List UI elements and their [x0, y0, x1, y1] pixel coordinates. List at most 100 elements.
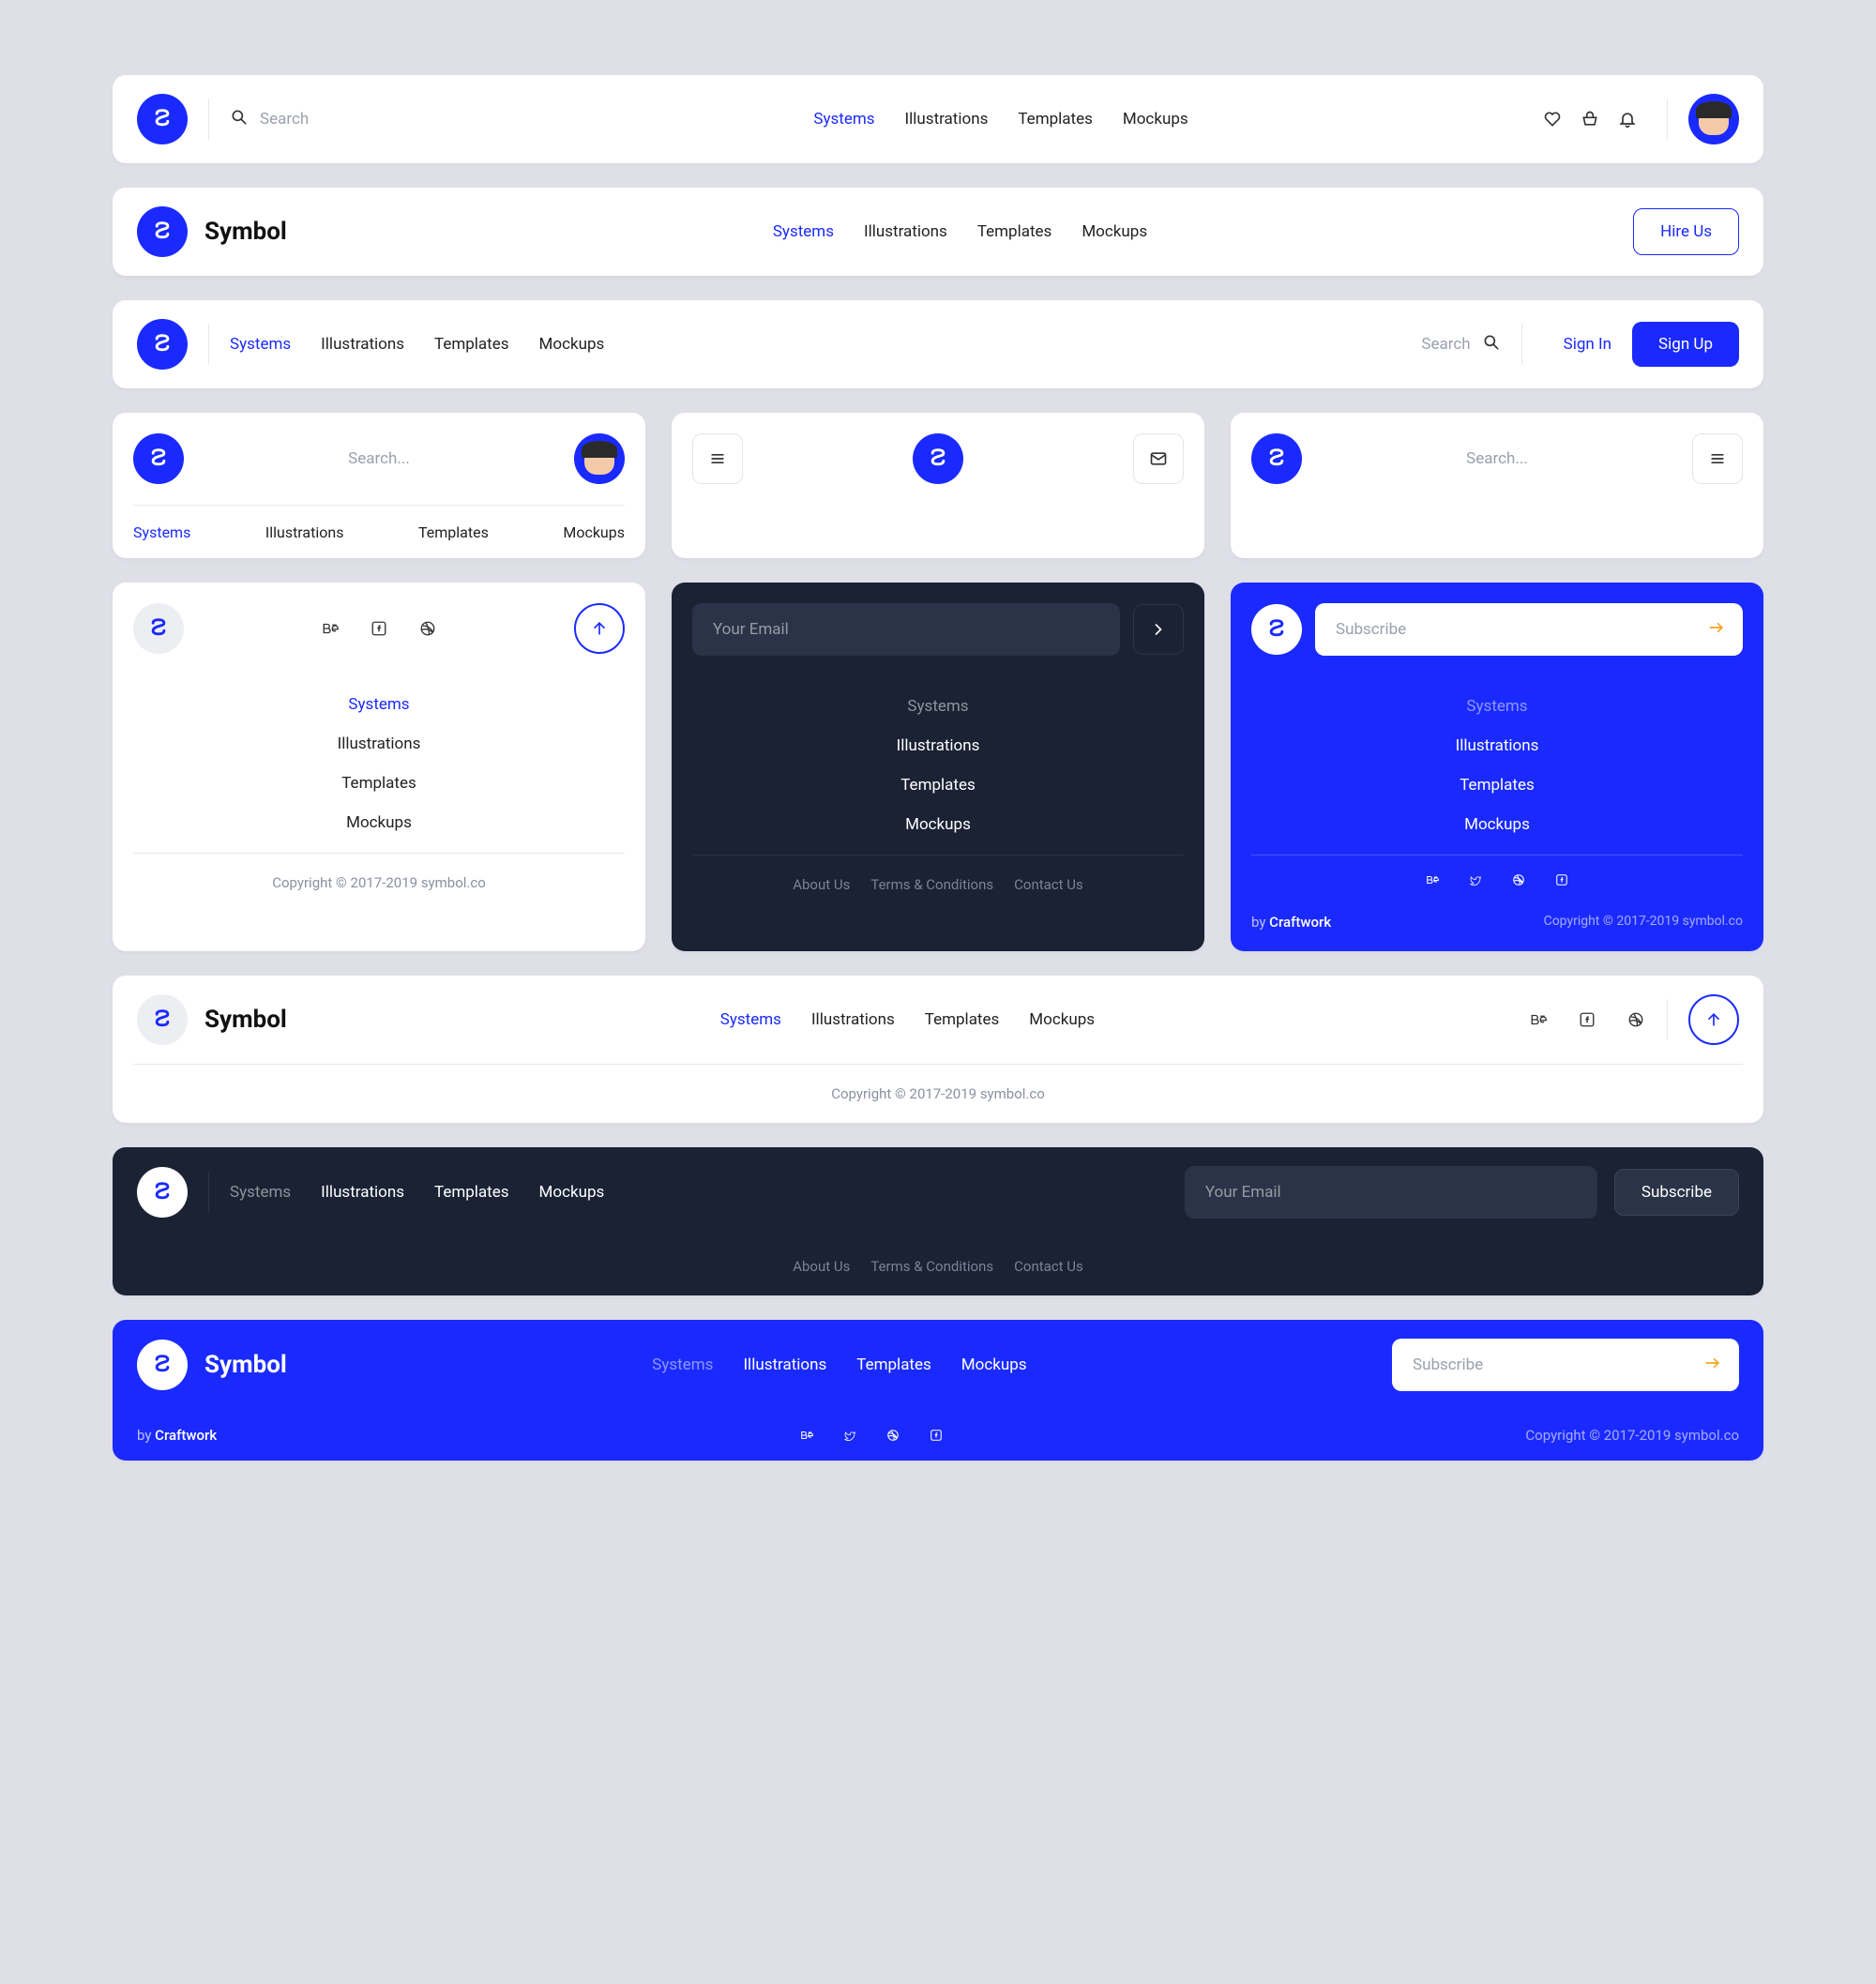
nav-templates[interactable]: Templates [341, 774, 416, 793]
facebook-icon[interactable] [1577, 1009, 1597, 1030]
submit-button[interactable] [1133, 604, 1184, 655]
nav-illustrations[interactable]: Illustrations [743, 1355, 826, 1374]
email-input[interactable] [692, 603, 1120, 656]
scroll-top-button[interactable] [574, 603, 625, 654]
hire-us-button[interactable]: Hire Us [1633, 208, 1739, 255]
nav-templates[interactable]: Templates [418, 523, 489, 541]
submit-icon[interactable] [1707, 618, 1726, 641]
nav-templates[interactable]: Templates [925, 1010, 1000, 1029]
nav-mockups[interactable]: Mockups [1123, 110, 1188, 129]
dribbble-icon[interactable] [417, 618, 438, 639]
nav-illustrations[interactable]: Illustrations [1456, 736, 1539, 755]
nav-systems[interactable]: Systems [133, 523, 190, 541]
search-input[interactable] [260, 110, 468, 129]
nav-illustrations[interactable]: Illustrations [897, 736, 980, 755]
craftwork-link[interactable]: Craftwork [1269, 914, 1331, 931]
subscribe-input[interactable] [1315, 603, 1743, 656]
logo[interactable] [137, 1167, 188, 1218]
cart-button[interactable] [1571, 100, 1609, 138]
nav-mockups[interactable]: Mockups [1464, 815, 1530, 834]
nav-systems[interactable]: Systems [907, 697, 968, 716]
menu-button[interactable] [1692, 433, 1743, 484]
nav-illustrations[interactable]: Illustrations [321, 1183, 404, 1202]
nav-mockups[interactable]: Mockups [346, 813, 412, 832]
menu-button[interactable] [692, 433, 743, 484]
twitter-icon[interactable] [1468, 872, 1483, 887]
avatar[interactable] [1688, 94, 1739, 144]
nav-illustrations[interactable]: Illustrations [338, 735, 421, 753]
facebook-icon[interactable] [929, 1428, 944, 1443]
avatar[interactable] [574, 433, 625, 484]
search-input[interactable] [1302, 449, 1692, 468]
submit-icon[interactable] [1703, 1354, 1722, 1376]
nav-mockups[interactable]: Mockups [961, 1355, 1027, 1374]
terms-link[interactable]: Terms & Conditions [870, 876, 993, 893]
search-icon[interactable] [1482, 333, 1501, 356]
sign-up-button[interactable]: Sign Up [1632, 322, 1739, 367]
email-input[interactable] [1185, 1166, 1597, 1219]
nav-mockups[interactable]: Mockups [539, 1183, 605, 1202]
nav-systems[interactable]: Systems [230, 1183, 291, 1202]
behance-icon[interactable] [320, 618, 340, 639]
nav-systems[interactable]: Systems [348, 695, 409, 714]
behance-icon[interactable] [1425, 872, 1440, 887]
nav-illustrations[interactable]: Illustrations [321, 335, 404, 354]
logo[interactable] [137, 1340, 188, 1390]
contact-link[interactable]: Contact Us [1014, 876, 1083, 893]
search-icon[interactable] [230, 108, 249, 130]
search-input[interactable] [1396, 335, 1471, 354]
subscribe-input[interactable] [1392, 1339, 1739, 1391]
nav-templates[interactable]: Templates [1018, 110, 1093, 129]
about-link[interactable]: About Us [793, 876, 850, 893]
nav-systems[interactable]: Systems [773, 222, 834, 241]
behance-icon[interactable] [799, 1428, 814, 1443]
about-link[interactable]: About Us [793, 1258, 850, 1275]
facebook-icon[interactable] [1554, 872, 1569, 887]
nav-systems[interactable]: Systems [1466, 697, 1527, 716]
nav-mockups[interactable]: Mockups [1029, 1010, 1095, 1029]
nav-illustrations[interactable]: Illustrations [905, 110, 989, 129]
nav-mockups[interactable]: Mockups [539, 335, 605, 354]
twitter-icon[interactable] [842, 1428, 857, 1443]
nav-systems[interactable]: Systems [813, 110, 874, 129]
nav-templates[interactable]: Templates [856, 1355, 931, 1374]
nav-templates[interactable]: Templates [900, 776, 976, 795]
contact-link[interactable]: Contact Us [1014, 1258, 1083, 1275]
logo[interactable] [133, 433, 184, 484]
nav-systems[interactable]: Systems [652, 1355, 713, 1374]
nav-illustrations[interactable]: Illustrations [265, 523, 344, 541]
nav-templates[interactable]: Templates [434, 335, 509, 354]
behance-icon[interactable] [1528, 1009, 1549, 1030]
nav-mockups[interactable]: Mockups [1082, 222, 1147, 241]
logo[interactable] [137, 206, 188, 257]
dribbble-icon[interactable] [885, 1428, 900, 1443]
logo[interactable] [137, 319, 188, 370]
search-input[interactable] [184, 449, 574, 468]
favorites-button[interactable] [1534, 100, 1571, 138]
craftwork-link[interactable]: Craftwork [155, 1427, 217, 1444]
logo[interactable] [137, 94, 188, 144]
logo[interactable] [137, 994, 188, 1045]
nav-mockups[interactable]: Mockups [905, 815, 971, 834]
scroll-top-button[interactable] [1688, 994, 1739, 1045]
logo[interactable] [1251, 604, 1302, 655]
notifications-button[interactable] [1609, 100, 1646, 138]
nav-illustrations[interactable]: Illustrations [811, 1010, 895, 1029]
terms-link[interactable]: Terms & Conditions [870, 1258, 993, 1275]
nav-templates[interactable]: Templates [434, 1183, 509, 1202]
nav-templates[interactable]: Templates [977, 222, 1052, 241]
logo[interactable] [133, 603, 184, 654]
nav-mockups[interactable]: Mockups [563, 523, 625, 541]
logo[interactable] [1251, 433, 1302, 484]
nav-templates[interactable]: Templates [1460, 776, 1535, 795]
nav-systems[interactable]: Systems [230, 335, 291, 354]
dribbble-icon[interactable] [1511, 872, 1526, 887]
nav-systems[interactable]: Systems [720, 1010, 781, 1029]
facebook-icon[interactable] [369, 618, 389, 639]
mail-button[interactable] [1133, 433, 1184, 484]
subscribe-button[interactable]: Subscribe [1614, 1169, 1739, 1216]
logo[interactable] [913, 433, 963, 484]
sign-in-button[interactable]: Sign In [1543, 322, 1632, 367]
dribbble-icon[interactable] [1626, 1009, 1646, 1030]
nav-illustrations[interactable]: Illustrations [864, 222, 947, 241]
